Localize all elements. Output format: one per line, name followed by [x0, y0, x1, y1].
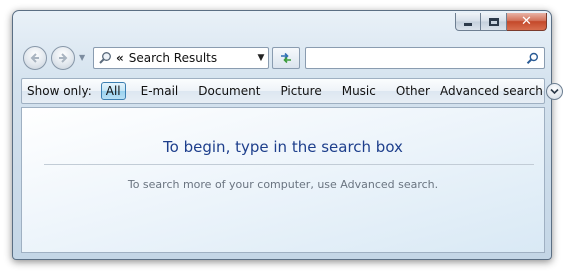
search-window: ✕ ▼ « Search Results ▼ Show only: All E-…: [12, 10, 563, 260]
advanced-search-expand-button[interactable]: [545, 82, 563, 100]
back-arrow-icon: [30, 53, 39, 63]
address-text[interactable]: Search Results: [129, 51, 254, 65]
maximize-button[interactable]: [481, 13, 507, 31]
search-box[interactable]: [305, 47, 545, 69]
search-location-icon: [96, 51, 114, 65]
filter-all[interactable]: All: [100, 82, 126, 100]
filter-document[interactable]: Document: [193, 82, 265, 100]
search-button[interactable]: [524, 50, 540, 66]
close-button[interactable]: ✕: [507, 13, 547, 31]
results-pane: To begin, type in the search box To sear…: [21, 107, 545, 253]
maximize-icon: [488, 17, 499, 26]
filter-music[interactable]: Music: [337, 82, 381, 100]
advanced-search-toggle[interactable]: Advanced search: [440, 82, 563, 100]
navigation-bar: ▼ « Search Results ▼: [13, 44, 551, 72]
refresh-icon: [281, 52, 291, 64]
filter-email[interactable]: E-mail: [136, 82, 184, 100]
minimize-icon: [464, 23, 472, 26]
forward-arrow-icon: [59, 53, 68, 63]
back-button[interactable]: [23, 46, 47, 70]
search-input[interactable]: [309, 50, 519, 66]
search-icon: [526, 52, 538, 64]
filter-picture[interactable]: Picture: [275, 82, 326, 100]
refresh-button[interactable]: [272, 47, 300, 69]
breadcrumb-overflow[interactable]: «: [116, 51, 124, 65]
chevron-down-icon: ▼: [79, 53, 86, 62]
address-dropdown-icon[interactable]: ▼: [254, 53, 268, 63]
minimize-button[interactable]: [455, 13, 481, 31]
recent-pages-button[interactable]: ▼: [79, 53, 85, 62]
close-icon: ✕: [521, 14, 532, 29]
empty-state-heading: To begin, type in the search box: [163, 138, 403, 156]
advanced-search-label[interactable]: Advanced search: [440, 84, 543, 98]
forward-button[interactable]: [51, 46, 75, 70]
chevron-down-icon: [550, 88, 559, 94]
address-bar[interactable]: « Search Results ▼: [93, 47, 269, 69]
show-only-label: Show only:: [27, 84, 92, 98]
filter-bar: Show only: All E-mail Document Picture M…: [21, 78, 563, 104]
empty-state-hint: To search more of your computer, use Adv…: [127, 178, 439, 191]
filter-other[interactable]: Other: [391, 82, 435, 100]
divider: [44, 164, 534, 165]
title-bar: ✕: [13, 11, 551, 41]
